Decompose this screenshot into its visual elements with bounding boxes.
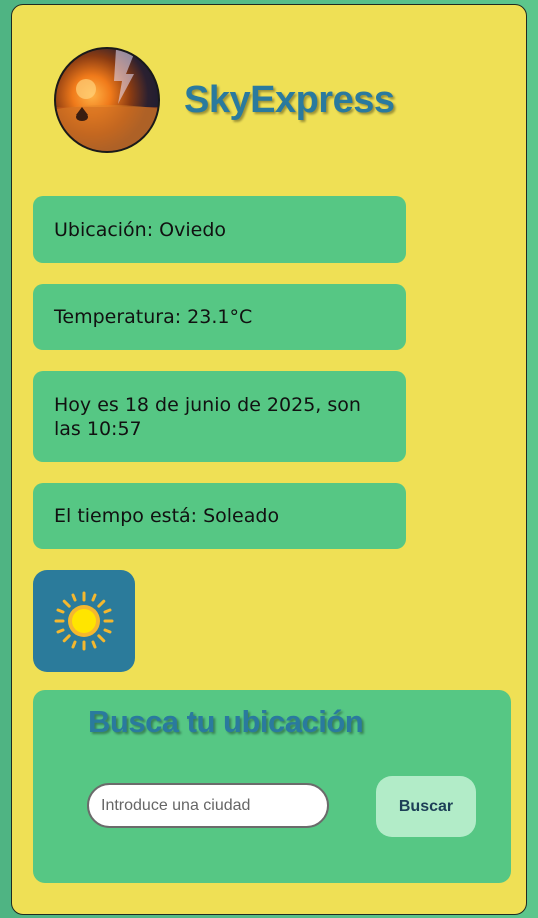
- datetime-text: Hoy es 18 de junio de 2025, son las 10:5…: [54, 393, 361, 440]
- search-title: Busca tu ubicación: [88, 704, 364, 739]
- sun-icon: [54, 591, 114, 651]
- condition-text: El tiempo está: Soleado: [54, 505, 280, 527]
- storm-sunset-logo: [56, 49, 158, 151]
- temperature-text: Temperatura: 23.1°C: [54, 306, 253, 328]
- weather-icon-box: [33, 570, 135, 672]
- datetime-card: Hoy es 18 de junio de 2025, son las 10:5…: [33, 371, 406, 462]
- logo-image: [54, 47, 160, 153]
- city-search-input[interactable]: [87, 783, 329, 828]
- condition-card: El tiempo está: Soleado: [33, 483, 406, 549]
- temperature-card: Temperatura: 23.1°C: [33, 284, 406, 350]
- location-text: Ubicación: Oviedo: [54, 218, 227, 241]
- search-button[interactable]: Buscar: [376, 776, 476, 837]
- location-card: Ubicación: Oviedo: [33, 196, 406, 263]
- search-panel: Busca tu ubicación Buscar: [33, 690, 511, 883]
- main-panel: SkyExpress Ubicación: Oviedo Temperatura…: [11, 4, 527, 915]
- app-title: SkyExpress: [184, 79, 395, 121]
